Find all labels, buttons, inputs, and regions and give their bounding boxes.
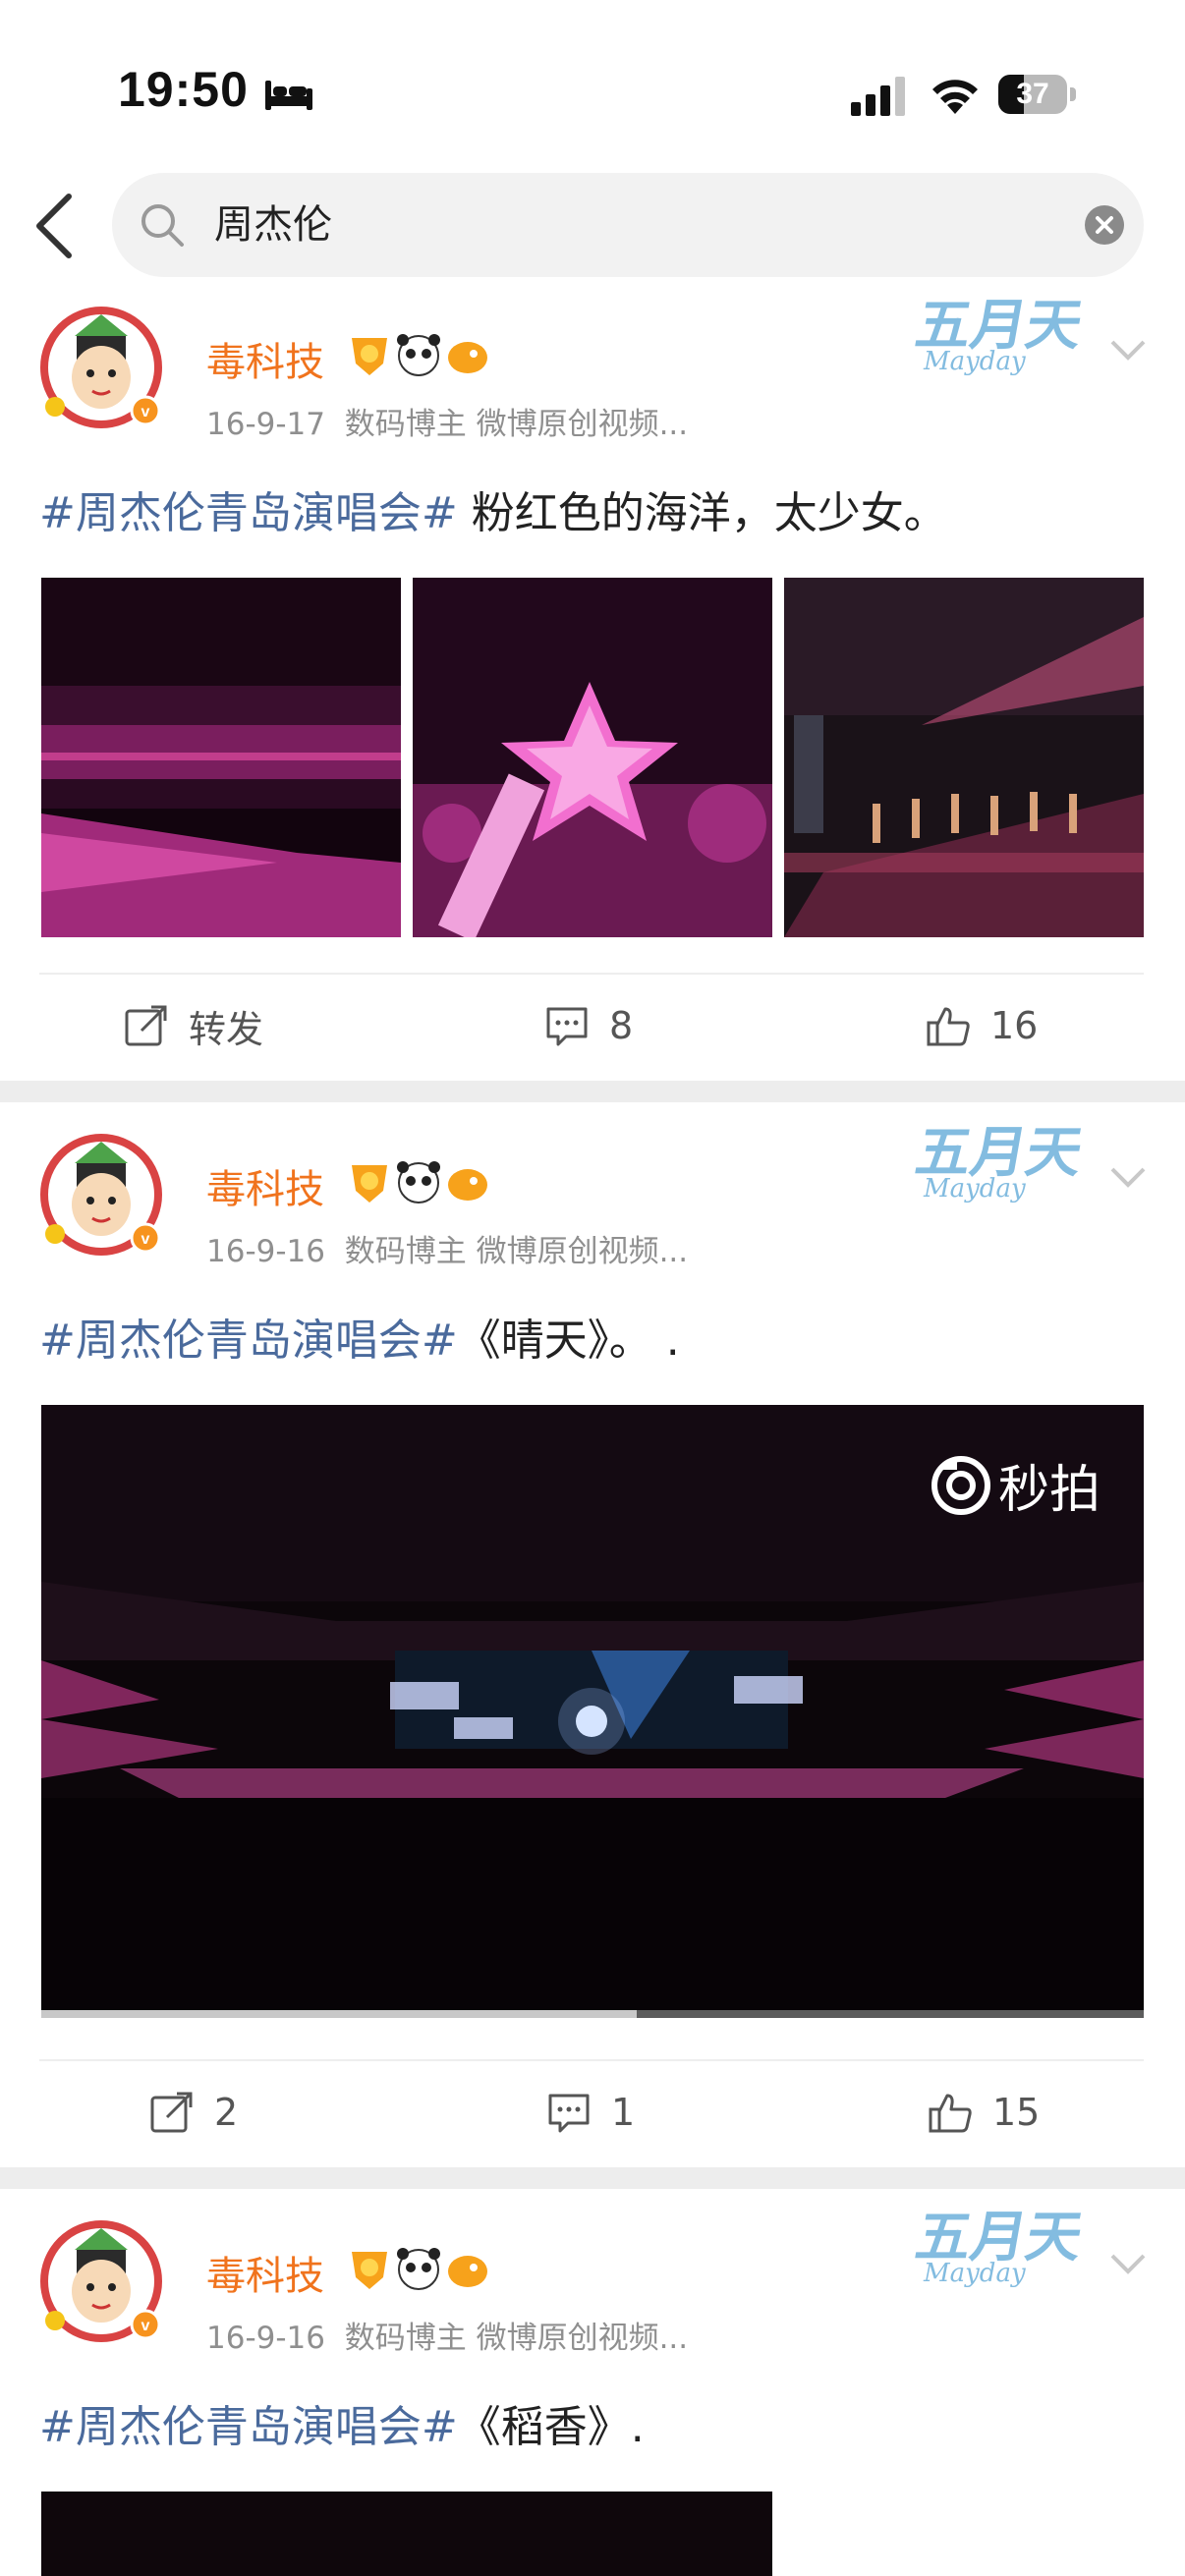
svg-text:Mayday: Mayday: [923, 1174, 1026, 1204]
thumbs-up-icon: [927, 1007, 970, 1046]
video-progress-fill: [41, 2010, 637, 2018]
hashtag-link[interactable]: #周杰伦青岛演唱会#: [39, 1316, 458, 1366]
svg-text:Mayday: Mayday: [923, 2259, 1026, 2288]
author-badges: [352, 334, 487, 376]
repost-button[interactable]: 2: [149, 2083, 238, 2142]
post-date: 16-9-17: [206, 407, 325, 442]
author-avatar[interactable]: v: [35, 297, 167, 428]
author-badges: [352, 1161, 487, 1204]
comment-count: 1: [611, 2091, 636, 2134]
clear-search-button[interactable]: [1085, 205, 1124, 245]
mayday-watermark-icon: 五月天 Mayday: [914, 2206, 1088, 2288]
post-meta: 16-9-17 数码博主 微博原创视频...: [206, 399, 688, 443]
author-avatar[interactable]: v: [35, 1124, 167, 1256]
author-name[interactable]: 毒科技: [206, 330, 324, 387]
post-body: 《晴天》。 .: [457, 1316, 680, 1366]
divider: [39, 2059, 1144, 2061]
mayday-watermark-icon: 五月天 Mayday: [914, 1121, 1088, 1204]
camera-icon: [931, 1455, 990, 1515]
svg-text:v: v: [141, 2318, 150, 2334]
author-avatar[interactable]: v: [35, 2211, 167, 2342]
author-name[interactable]: 毒科技: [206, 1157, 324, 1214]
like-count: 15: [992, 2091, 1041, 2134]
post-source: 数码博主 微博原创视频...: [344, 407, 689, 442]
video-logo-text: 秒拍: [997, 1461, 1100, 1520]
video-progress-track[interactable]: [41, 2010, 1144, 2018]
battery-indicator: 37: [998, 75, 1077, 114]
wifi-icon: [932, 80, 978, 114]
post-body: 粉红色的海洋，太少女。: [471, 488, 947, 538]
repost-count: 2: [214, 2091, 239, 2134]
comment-icon: [548, 2094, 590, 2133]
search-bar[interactable]: 周杰伦: [112, 173, 1144, 277]
post-date: 16-9-16: [206, 2321, 325, 2356]
author-name[interactable]: 毒科技: [206, 2244, 324, 2301]
back-button[interactable]: [29, 187, 85, 265]
chevron-down-icon[interactable]: [1108, 2252, 1148, 2275]
video-logo: 秒拍: [930, 1448, 1100, 1522]
post-text: #周杰伦青岛演唱会#《晴天》。 .: [39, 1305, 680, 1368]
like-count: 16: [990, 1004, 1039, 1047]
post-image[interactable]: [413, 578, 772, 937]
comment-button[interactable]: 1: [546, 2083, 635, 2142]
svg-text:v: v: [141, 404, 150, 420]
svg-text:Mayday: Mayday: [923, 347, 1026, 376]
comment-count: 8: [609, 1004, 634, 1047]
post-divider: [0, 2167, 1185, 2189]
repost-label: 转发: [189, 1007, 264, 1051]
post-source: 数码博主 微博原创视频...: [344, 1234, 689, 1269]
video-thumbnail[interactable]: [41, 2492, 772, 2576]
post-text: #周杰伦青岛演唱会#《稻香》.: [39, 2391, 645, 2454]
author-badges: [352, 2248, 487, 2290]
repost-icon: [150, 2092, 193, 2133]
mayday-watermark-icon: 五月天 Mayday: [914, 294, 1088, 376]
post-text: #周杰伦青岛演唱会# 粉红色的海洋，太少女。: [39, 477, 947, 540]
post-image[interactable]: [41, 578, 401, 937]
close-icon: [1096, 216, 1113, 234]
comment-button[interactable]: 8: [544, 996, 633, 1055]
thumbs-up-icon: [929, 2094, 972, 2133]
like-button[interactable]: 15: [928, 2083, 1040, 2142]
comment-icon: [546, 1007, 588, 1046]
like-button[interactable]: 16: [926, 996, 1038, 1055]
search-query[interactable]: 周杰伦: [214, 173, 332, 277]
repost-button[interactable]: 转发: [124, 996, 263, 1055]
cellular-signal-icon: [851, 77, 905, 116]
battery-level-text: 37: [1016, 78, 1049, 110]
sleep-focus-icon: [265, 81, 312, 110]
post-meta: 16-9-16 数码博主 微博原创视频...: [206, 2313, 688, 2357]
post-image[interactable]: [784, 578, 1144, 937]
chevron-down-icon[interactable]: [1108, 1165, 1148, 1189]
post-divider: [0, 1081, 1185, 1102]
chevron-down-icon[interactable]: [1108, 338, 1148, 362]
post-date: 16-9-16: [206, 1234, 325, 1269]
search-icon: [141, 204, 184, 247]
hashtag-link[interactable]: #周杰伦青岛演唱会#: [39, 488, 458, 538]
divider: [39, 973, 1144, 975]
hashtag-link[interactable]: #周杰伦青岛演唱会#: [39, 2402, 458, 2452]
video-player[interactable]: 秒拍: [41, 1405, 1144, 2018]
post-meta: 16-9-16 数码博主 微博原创视频...: [206, 1226, 688, 1270]
status-time: 19:50: [118, 62, 249, 117]
svg-text:v: v: [141, 1231, 150, 1248]
repost-icon: [125, 1005, 167, 1046]
post-body: 《稻香》.: [457, 2402, 645, 2452]
post-source: 数码博主 微博原创视频...: [344, 2321, 689, 2356]
